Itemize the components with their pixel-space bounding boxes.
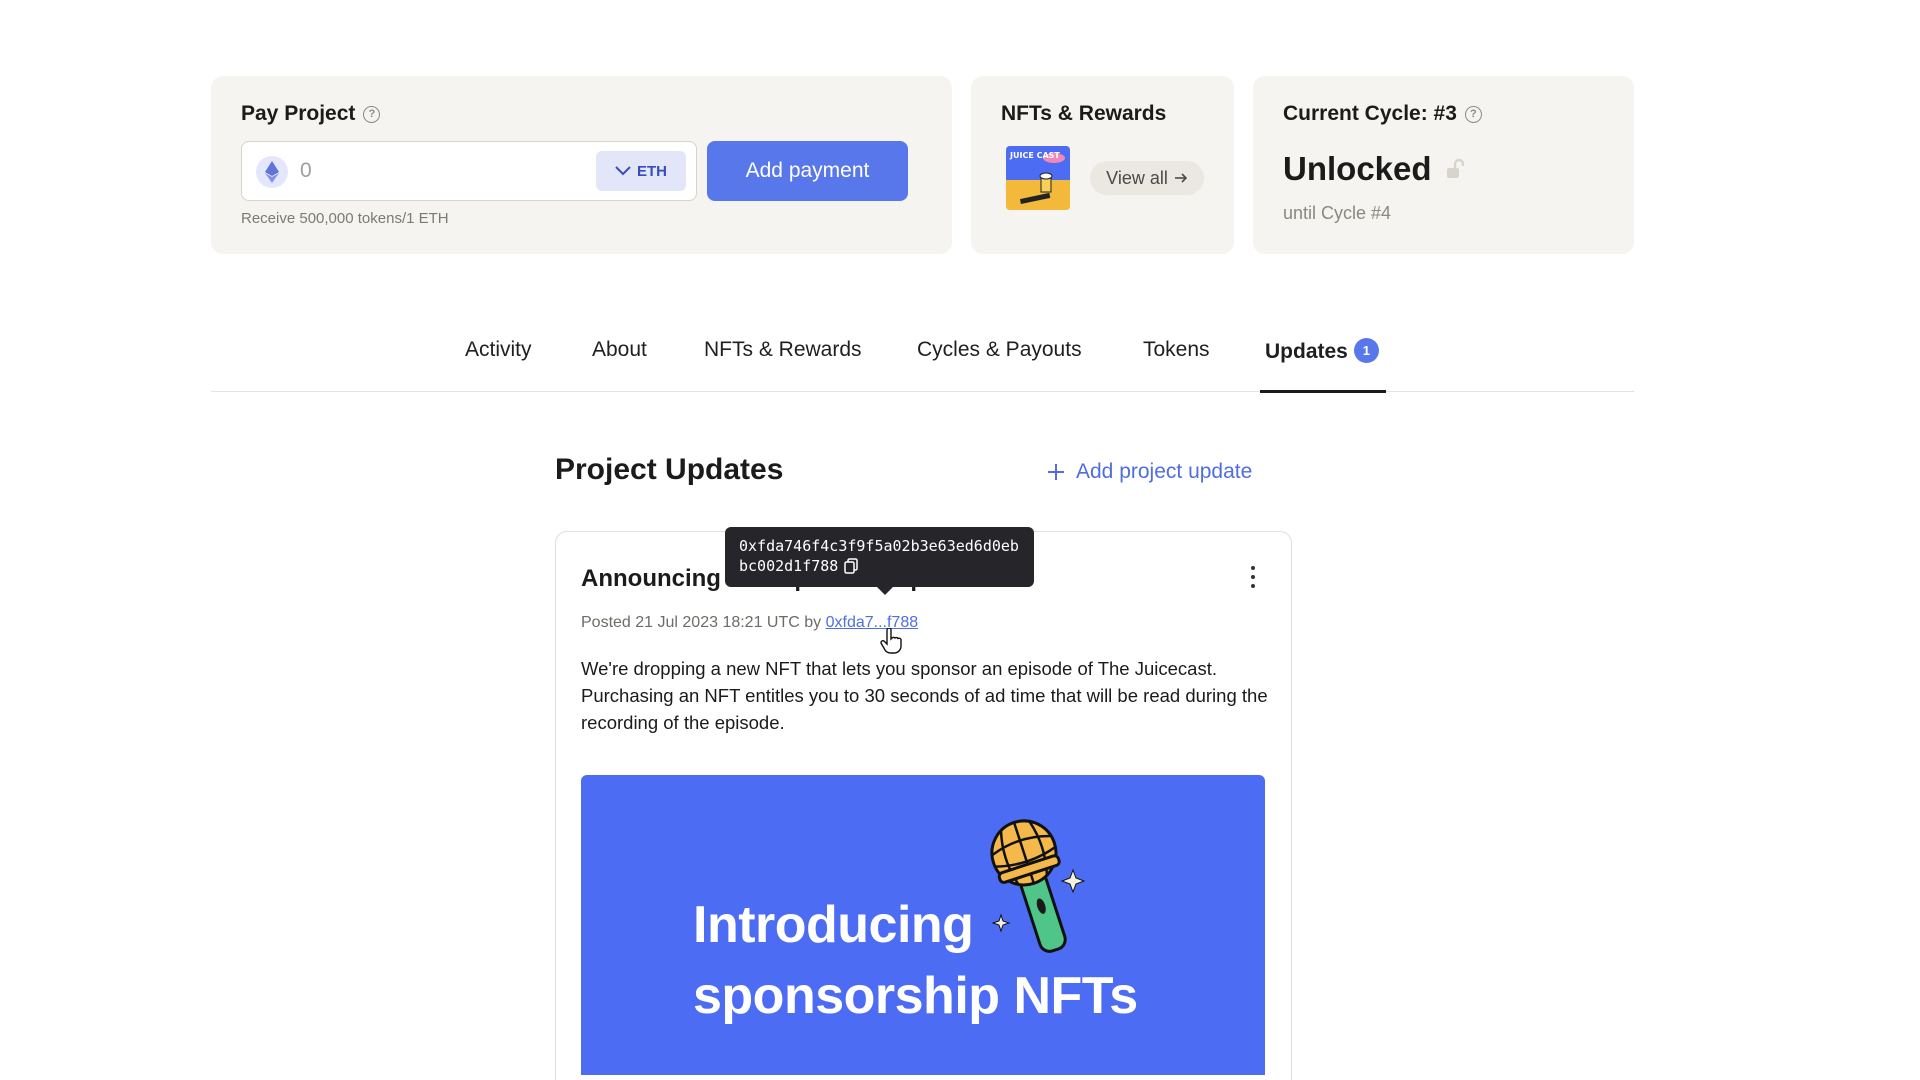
view-all-button[interactable]: View all	[1090, 161, 1204, 195]
project-updates-title: Project Updates	[555, 453, 784, 486]
post-meta: Posted 21 Jul 2023 18:21 UTC by 0xfda7..…	[581, 614, 918, 632]
hand-cursor-icon	[880, 628, 902, 654]
post-meta-prefix: Posted 21 Jul 2023 18:21 UTC by	[581, 614, 826, 631]
tab-nfts-rewards[interactable]: NFTs & Rewards	[704, 338, 862, 362]
add-project-update-label: Add project update	[1076, 460, 1253, 483]
post-body: We're dropping a new NFT that lets you s…	[581, 658, 1268, 733]
tooltip-address-line-1: 0xfda746f4c3f9f5a02b3e63ed6d0eb	[739, 537, 1019, 555]
unlock-icon	[1446, 159, 1464, 178]
more-options-icon[interactable]	[1251, 566, 1257, 588]
author-address-link[interactable]: 0xfda7...f788	[826, 614, 919, 631]
active-tab-indicator	[1260, 390, 1386, 393]
update-post-card: Announcing new sponsorship NFT Posted 21…	[555, 531, 1292, 1080]
pay-project-title-row: Pay Project ?	[241, 102, 381, 126]
cycle-status-row: Unlocked	[1283, 150, 1464, 188]
nft-thumbnail[interactable]: JUICE CAST	[1006, 146, 1070, 210]
tooltip-line-2: bc002d1f788	[739, 556, 1020, 576]
chevron-down-icon	[615, 166, 631, 176]
plus-icon	[1048, 464, 1064, 480]
tab-updates[interactable]: Updates 1	[1265, 338, 1379, 364]
copy-icon[interactable]	[844, 558, 859, 574]
tab-about[interactable]: About	[592, 338, 647, 362]
add-payment-button[interactable]: Add payment	[707, 141, 908, 201]
post-banner-image: Introducing sponsorship NFTs	[581, 775, 1265, 1075]
tab-tokens[interactable]: Tokens	[1143, 338, 1210, 362]
pay-project-card: Pay Project ? 0 ETH Add payment Receive …	[211, 76, 952, 254]
currency-label: ETH	[637, 162, 667, 180]
current-cycle-title-row: Current Cycle: #3 ?	[1283, 102, 1482, 126]
pay-project-title: Pay Project	[241, 102, 356, 125]
pay-amount-value[interactable]: 0	[300, 159, 312, 183]
current-cycle-title: Current Cycle: #3	[1283, 102, 1457, 125]
project-tabs: Activity About NFTs & Rewards Cycles & P…	[211, 328, 1634, 393]
help-icon[interactable]: ?	[1464, 105, 1482, 123]
ethereum-icon	[256, 156, 288, 188]
arrow-right-icon	[1174, 173, 1187, 183]
address-tooltip: 0xfda746f4c3f9f5a02b3e63ed6d0eb bc002d1f…	[725, 527, 1034, 595]
nfts-rewards-title: NFTs & Rewards	[1001, 102, 1167, 125]
currency-select[interactable]: ETH	[596, 151, 686, 191]
tab-updates-label: Updates	[1265, 340, 1348, 363]
tooltip-address-line-2: bc002d1f788	[739, 557, 839, 575]
nft-thumb-text: JUICE CAST	[1009, 151, 1060, 160]
cycle-until: until Cycle #4	[1283, 203, 1392, 223]
token-rate-hint: Receive 500,000 tokens/1 ETH	[241, 210, 449, 227]
help-icon[interactable]: ?	[363, 105, 381, 123]
banner-line-2: sponsorship NFTs	[693, 967, 1138, 1025]
pay-amount-field[interactable]: 0 ETH	[241, 141, 697, 201]
add-project-update-button[interactable]: Add project update	[1046, 460, 1252, 484]
current-cycle-card: Current Cycle: #3 ? Unlocked until Cycle…	[1253, 76, 1634, 254]
tab-activity[interactable]: Activity	[465, 338, 532, 362]
microphone-icon	[990, 819, 1086, 953]
view-all-label: View all	[1106, 167, 1168, 188]
updates-count-badge: 1	[1353, 338, 1379, 363]
nfts-rewards-card: NFTs & Rewards JUICE CAST View all	[971, 76, 1234, 254]
tab-cycles-payouts[interactable]: Cycles & Payouts	[917, 338, 1082, 362]
cycle-status: Unlocked	[1283, 150, 1432, 187]
